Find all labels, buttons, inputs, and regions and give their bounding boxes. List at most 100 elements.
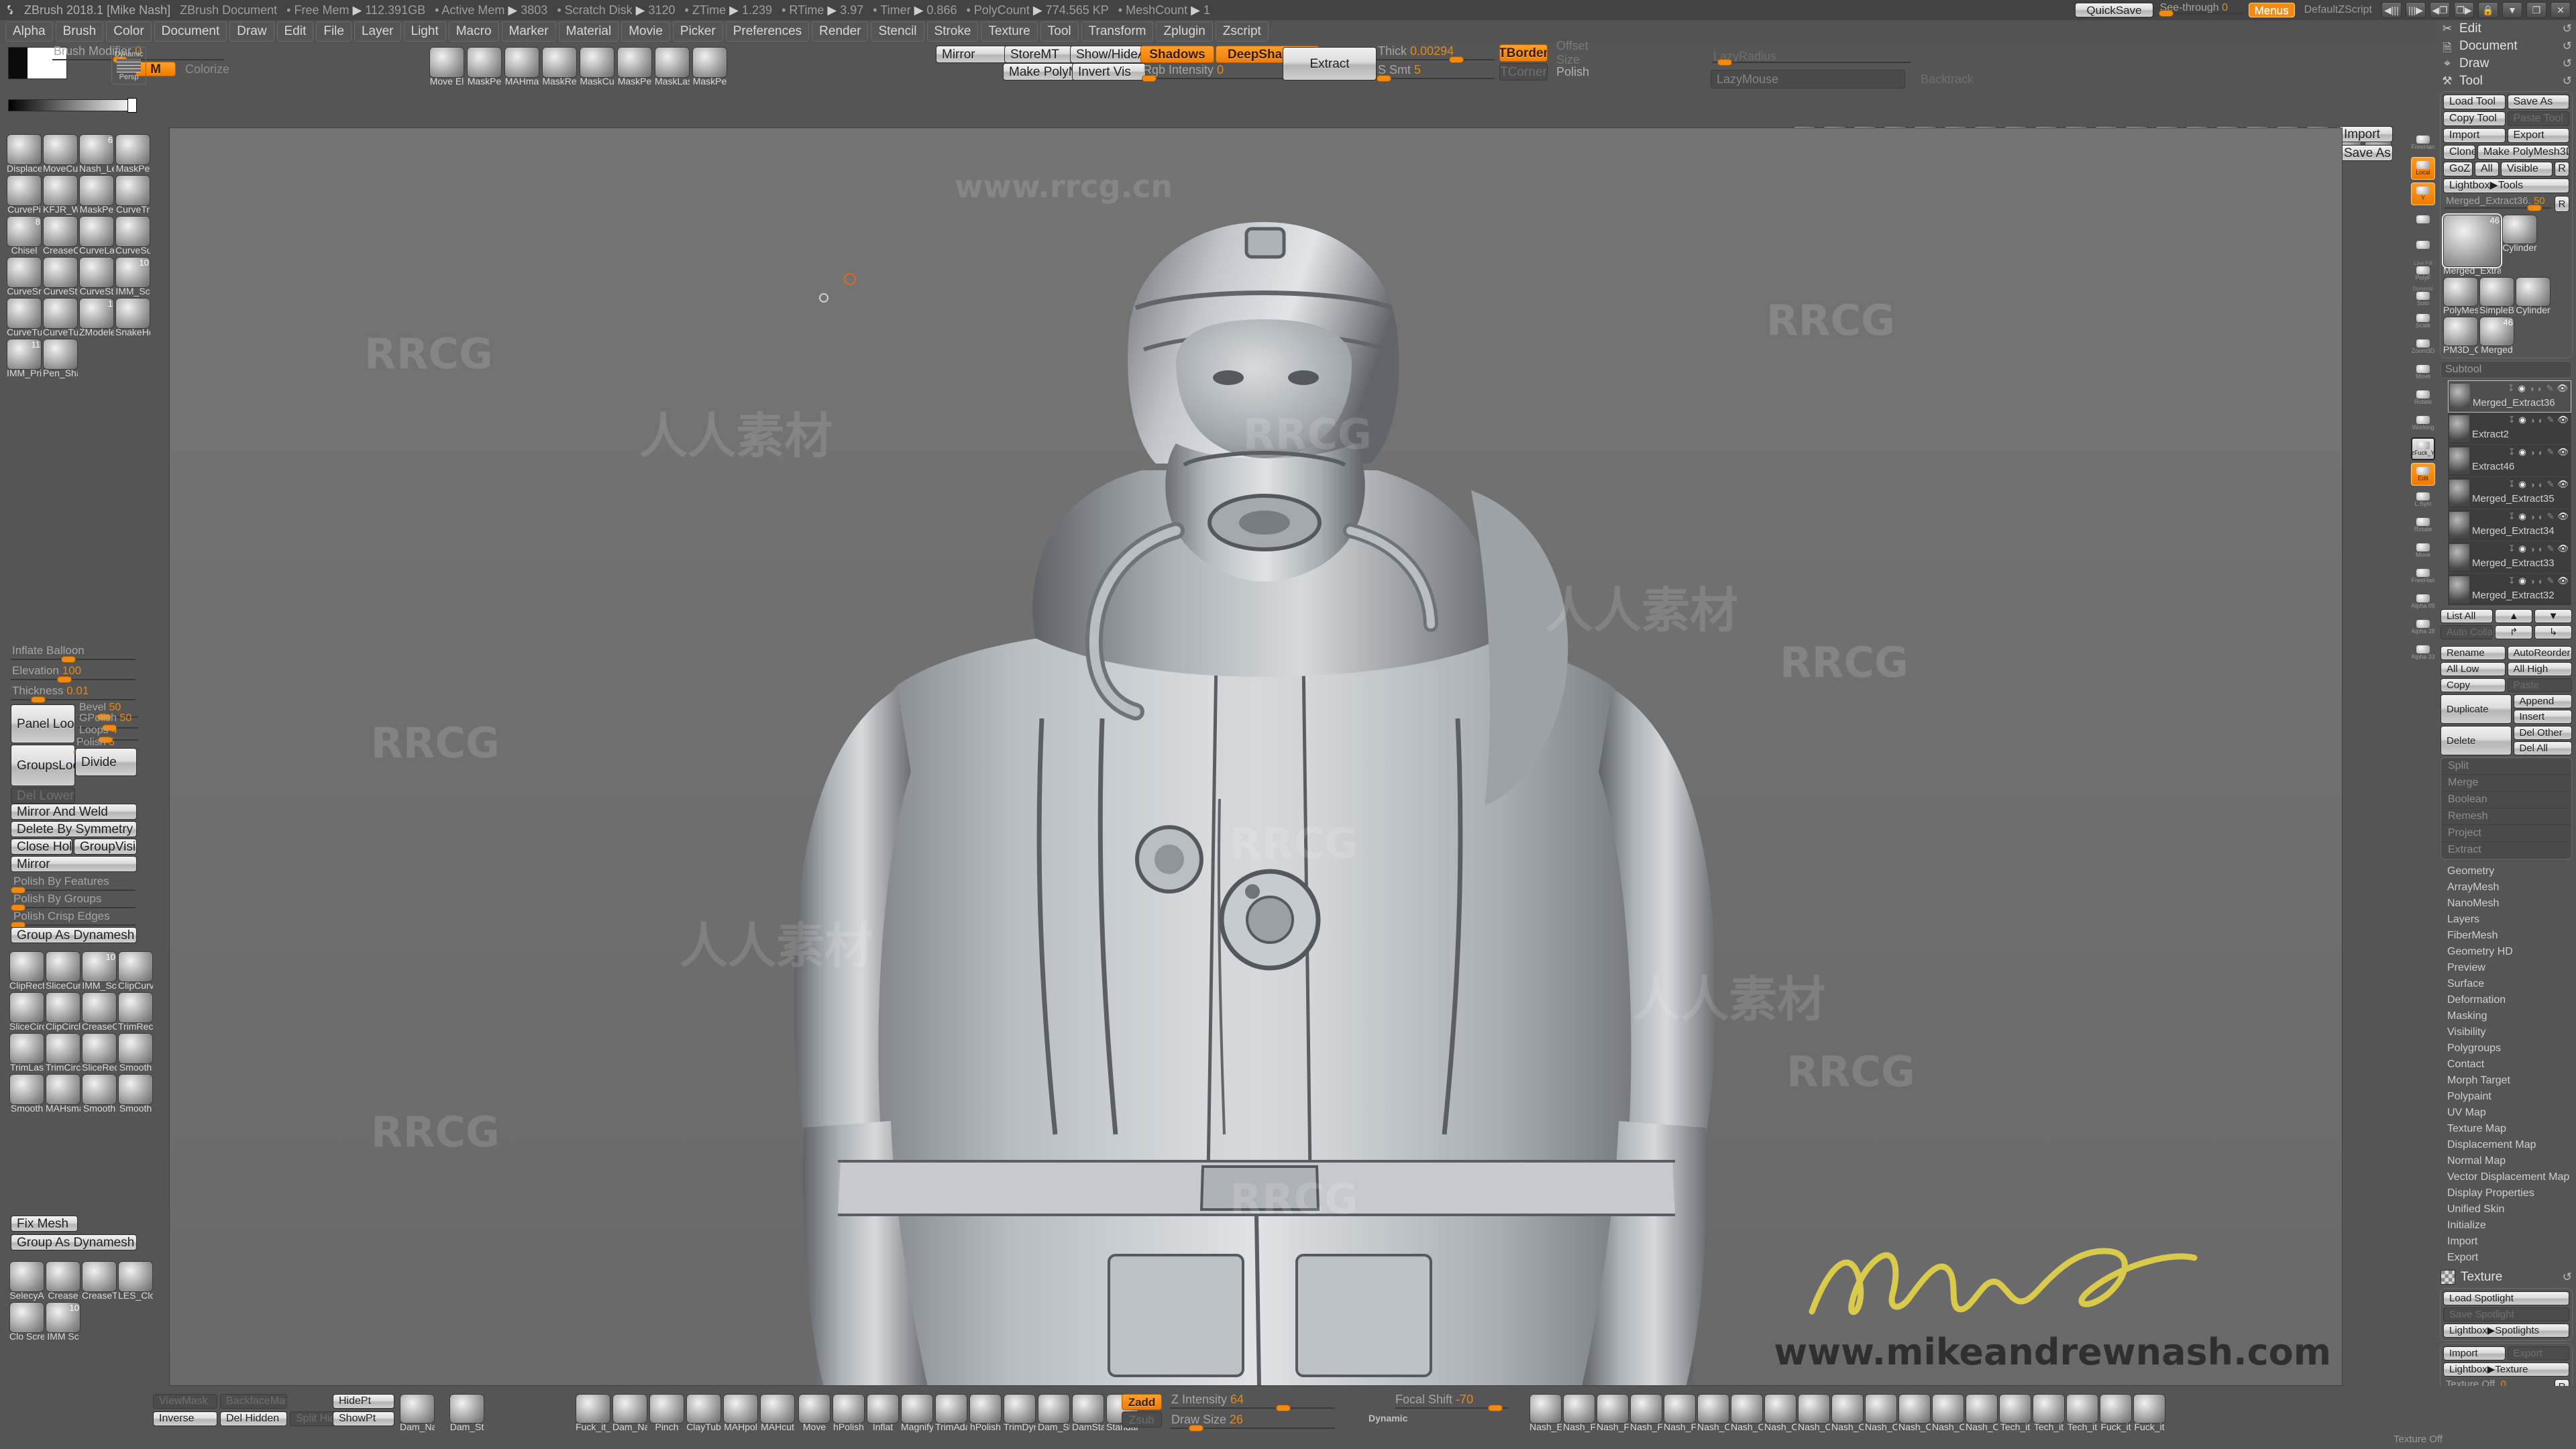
duplicate-button[interactable]: Duplicate [2440, 694, 2512, 724]
brush-thumbnail[interactable]: Fuck_it [2100, 1394, 2132, 1432]
subtool-row[interactable]: ↧ ◉ ◑ ◐ ✎ 👁 Merged_Extract32 [2448, 574, 2571, 606]
subpalette-contact[interactable]: Contact [2436, 1057, 2576, 1073]
subtool-icon[interactable]: ◑ [2530, 415, 2535, 425]
see-through-slider[interactable]: See-through 0 [2157, 2, 2245, 18]
subtool-icon[interactable]: ◉ [2518, 383, 2526, 394]
left-group-as-dynamesh-sub2-button[interactable]: Group As Dynamesh Sub [11, 1234, 137, 1250]
brush-thumbnail[interactable]: CreaseC [43, 216, 78, 256]
paste-button[interactable]: Paste [2507, 678, 2572, 692]
menu-movie[interactable]: Movie [621, 21, 670, 42]
brush-thumbnail[interactable]: CurveTu [7, 298, 42, 337]
subpalette-merge[interactable]: Merge [2441, 775, 2571, 792]
brush-thumbnail[interactable]: TrimLas [9, 1033, 44, 1073]
brush-thumbnail[interactable]: MAHcut [760, 1394, 795, 1432]
reset-icon[interactable]: ↺ [2563, 1271, 2572, 1284]
z-intensity-slider[interactable]: Z Intensity 64 [1169, 1393, 1336, 1413]
quicksave-button[interactable]: QuickSave [2075, 3, 2153, 17]
brush-thumbnail[interactable]: Dam_Na [400, 1394, 435, 1432]
visible-button[interactable]: Visible [2501, 162, 2553, 176]
brush-thumbnail[interactable]: MaskPe [79, 175, 114, 215]
copy-button[interactable]: Copy [2440, 678, 2506, 692]
default-zscript-label[interactable]: DefaultZScript [2299, 3, 2377, 17]
menu-material[interactable]: Material [558, 21, 619, 42]
brush-thumbnail[interactable]: 10 IMM_Sc [82, 951, 117, 991]
subtool-down-button[interactable]: ▼ [2534, 609, 2572, 623]
list-all-button[interactable]: List All [2440, 609, 2493, 623]
texture-section-header[interactable]: Texture ↺ [2436, 1269, 2576, 1286]
brush-thumbnail[interactable]: MaskPe [115, 134, 150, 174]
tool-thumbnail[interactable]: 46 Merged [2479, 317, 2514, 355]
lazy-radius-slider[interactable]: LazyRadius [1711, 50, 1912, 70]
subpalette-boolean[interactable]: Boolean [2441, 792, 2571, 808]
brush-thumbnail[interactable]: CreaseT [82, 1261, 117, 1301]
palette-header-edit[interactable]: ✂ Edit ↺ [2436, 20, 2576, 38]
subpalette-import[interactable]: Import [2436, 1234, 2576, 1250]
brush-thumbnail[interactable]: Nash_Cu [1966, 1394, 1998, 1432]
brush-thumbnail[interactable]: Smooth [82, 1074, 117, 1114]
menus-toggle[interactable]: Menus [2248, 3, 2295, 17]
menu-document[interactable]: Document [154, 21, 227, 42]
brush-thumbnail[interactable]: Pinch [649, 1394, 684, 1432]
brush-thumbnail[interactable]: SelecyA [9, 1261, 44, 1301]
lightbox-spotlights-button[interactable]: Lightbox▶Spotlights [2443, 1324, 2569, 1338]
subtool-icon[interactable]: ↧ [2508, 479, 2516, 490]
brush-thumbnail[interactable]: Tech_it [2033, 1394, 2065, 1432]
toolbar-scale[interactable]: Scale [2411, 310, 2435, 333]
toolbar-alpha09[interactable]: Alpha 09 [2411, 590, 2435, 613]
color-swatch-current[interactable] [127, 98, 137, 113]
subtool-icon[interactable]: 👁 [2557, 576, 2569, 586]
subpalette-unified-skin[interactable]: Unified Skin [2436, 1201, 2576, 1218]
toolbar-rotater[interactable]: Rotate [2411, 514, 2435, 537]
menu-macro[interactable]: Macro [448, 21, 499, 42]
restore-icon[interactable]: ❐ [2526, 2, 2546, 18]
subtool-icon[interactable]: ◑ [2530, 447, 2535, 458]
subpalette-project[interactable]: Project [2441, 825, 2571, 842]
menu-marker[interactable]: Marker [501, 21, 556, 42]
subtool-icon[interactable]: ◐ [2538, 480, 2544, 490]
menu-render[interactable]: Render [812, 21, 869, 42]
subtool-icon[interactable]: ↧ [2508, 576, 2516, 586]
subtool-icon[interactable]: ◐ [2538, 447, 2544, 458]
subtool-icon[interactable]: ◐ [2538, 544, 2544, 554]
panel-loops-button[interactable]: Panel Loops [11, 704, 75, 743]
brush-thumbnail[interactable]: MoveCu [43, 134, 78, 174]
export-button[interactable]: Export [2507, 128, 2569, 143]
viewmask-button[interactable]: ViewMask [153, 1394, 217, 1409]
brush-thumbnail[interactable]: Dam_Na [612, 1394, 647, 1432]
brush-thumbnail[interactable]: Nash_Cu [1764, 1394, 1796, 1432]
shelf-import-button[interactable]: Import [2338, 126, 2393, 142]
groups-loops-button[interactable]: GroupsLoops [11, 745, 75, 786]
menu-alpha[interactable]: Alpha [5, 21, 53, 42]
texture-export-button[interactable]: Export [2507, 1346, 2569, 1360]
subtool-icon[interactable]: ◑ [2530, 512, 2535, 522]
palette-header-tool[interactable]: ⚒ Tool ↺ [2436, 72, 2576, 90]
group-visible-button[interactable]: GroupVisible [74, 839, 137, 855]
copy-tool-button[interactable]: Copy Tool [2443, 111, 2506, 126]
subpalette-deformation[interactable]: Deformation [2436, 992, 2576, 1008]
subtool-icon[interactable]: ✎ [2547, 511, 2555, 522]
toolbar-freehand[interactable]: FreeHan [2411, 131, 2435, 154]
menu-draw[interactable]: Draw [229, 21, 274, 42]
subtool-icon[interactable]: ◐ [2538, 384, 2543, 394]
subpalette-morph-target[interactable]: Morph Target [2436, 1073, 2576, 1089]
load-spotlight-button[interactable]: Load Spotlight [2443, 1291, 2569, 1305]
brush-thumbnail[interactable]: Nash_Fu [1597, 1394, 1629, 1432]
brush-thumbnail[interactable]: Move [798, 1394, 830, 1432]
brush-thumbnail[interactable]: Smooth [9, 1074, 44, 1114]
brush-thumbnail[interactable]: 10 IMM_Sc [115, 257, 150, 297]
toolbar-edit[interactable]: Edit [2411, 463, 2435, 486]
menu-picker[interactable]: Picker [672, 21, 723, 42]
toolbar-zoom3d[interactable]: Zoom3D [2411, 335, 2435, 358]
brush-thumbnail[interactable]: hPolish [969, 1394, 1002, 1432]
brush-thumbnail[interactable]: MaskCu [580, 47, 614, 87]
brush-thumbnail[interactable]: Dam_St [449, 1394, 484, 1432]
left-mirror-button[interactable]: Mirror [11, 856, 137, 872]
brush-thumbnail[interactable]: Nash_Cu [1898, 1394, 1931, 1432]
brush-thumbnail[interactable]: Nash_Cu [1731, 1394, 1763, 1432]
subtool-row[interactable]: ↧ ◉ ◑ ◐ ✎ 👁 Extract46 [2448, 445, 2571, 477]
shelf-saveas-button[interactable]: Save As [2338, 145, 2393, 161]
reset-icon[interactable]: ↺ [2563, 57, 2572, 70]
subtool-row[interactable]: ↧ ◉ ◑ ◐ ✎ 👁 Merged_Extract35 [2448, 477, 2571, 509]
brush-thumbnail[interactable]: CurvePi [7, 175, 42, 215]
rename-button[interactable]: Rename [2440, 646, 2506, 660]
